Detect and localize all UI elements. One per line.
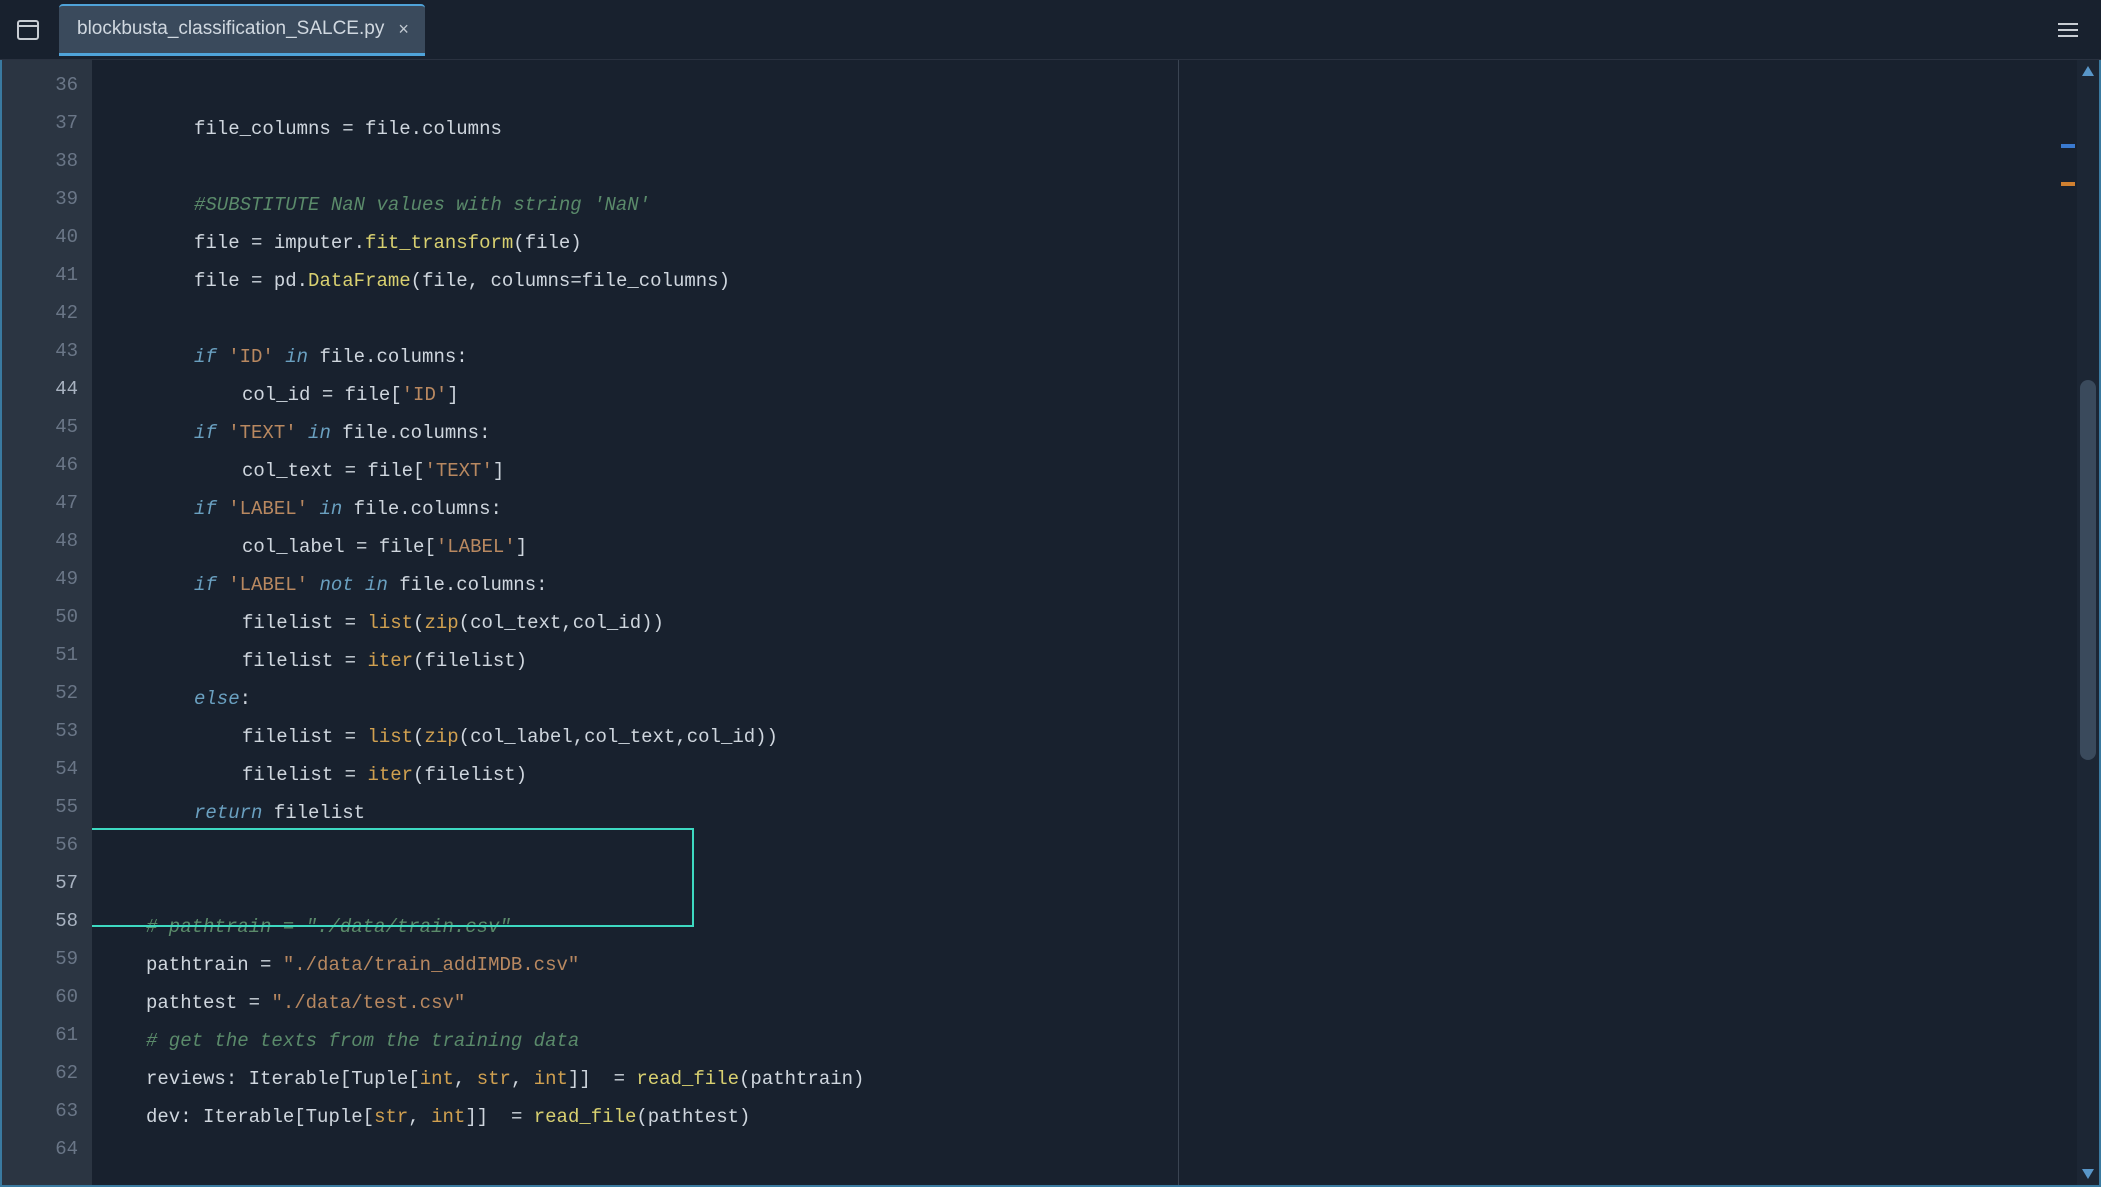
line-number: 37 xyxy=(2,104,92,142)
line-number: 50 xyxy=(2,598,92,636)
code-line[interactable]: dev: Iterable[Tuple[str, int]] = read_fi… xyxy=(92,1098,2051,1136)
code-line[interactable]: # get the texts from the training data xyxy=(92,1022,2051,1060)
line-number: 36 xyxy=(2,66,92,104)
minimap-marker xyxy=(2061,144,2075,148)
code-line[interactable]: col_id = file['ID'] xyxy=(92,376,2051,414)
line-number: 53 xyxy=(2,712,92,750)
line-number: 57 xyxy=(2,864,92,902)
line-number: 38 xyxy=(2,142,92,180)
tab-active[interactable]: blockbusta_classification_SALCE.py × xyxy=(59,4,425,56)
code-line[interactable]: return filelist xyxy=(92,794,2051,832)
line-number: 39 xyxy=(2,180,92,218)
code-line[interactable]: if 'LABEL' in file.columns: xyxy=(92,490,2051,528)
code-line[interactable]: file_columns = file.columns xyxy=(92,110,2051,148)
code-line[interactable]: file = imputer.fit_transform(file) xyxy=(92,224,2051,262)
line-number: 61 xyxy=(2,1016,92,1054)
code-line[interactable]: reviews: Iterable[Tuple[int, str, int]] … xyxy=(92,1060,2051,1098)
line-number: 51 xyxy=(2,636,92,674)
window-icon[interactable] xyxy=(0,0,55,60)
ruler-guide xyxy=(1178,60,1179,1185)
hamburger-menu-icon[interactable] xyxy=(2053,15,2083,45)
code-line[interactable]: if 'TEXT' in file.columns: xyxy=(92,414,2051,452)
editor: 3637383940414243444546474849505152535455… xyxy=(0,60,2101,1187)
code-line[interactable]: if 'LABEL' not in file.columns: xyxy=(92,566,2051,604)
line-number: 44 xyxy=(2,370,92,408)
line-number: 43 xyxy=(2,332,92,370)
vertical-scrollbar[interactable] xyxy=(2077,60,2099,1185)
tab-bar: blockbusta_classification_SALCE.py × xyxy=(0,0,2101,60)
code-line[interactable]: filelist = list(zip(col_label,col_text,c… xyxy=(92,718,2051,756)
code-line[interactable]: #SUBSTITUTE NaN values with string 'NaN' xyxy=(92,186,2051,224)
code-line[interactable] xyxy=(92,300,2051,338)
line-number: 63 xyxy=(2,1092,92,1130)
code-line[interactable]: else: xyxy=(92,680,2051,718)
tab-filename: blockbusta_classification_SALCE.py xyxy=(77,18,384,40)
code-line[interactable] xyxy=(92,870,2051,908)
close-icon[interactable]: × xyxy=(394,19,413,40)
minimap[interactable] xyxy=(2051,60,2077,1185)
line-number: 56 xyxy=(2,826,92,864)
line-number: 58 xyxy=(2,902,92,940)
code-area[interactable]: file_columns = file.columns #SUBSTITUTE N… xyxy=(92,60,2051,1185)
line-number: 54 xyxy=(2,750,92,788)
code-line[interactable]: pathtest = "./data/test.csv" xyxy=(92,984,2051,1022)
line-number: 41 xyxy=(2,256,92,294)
minimap-marker xyxy=(2061,182,2075,186)
line-number: 40 xyxy=(2,218,92,256)
line-number: 60 xyxy=(2,978,92,1016)
line-number: 46 xyxy=(2,446,92,484)
line-number: 62 xyxy=(2,1054,92,1092)
code-line[interactable]: filelist = list(zip(col_text,col_id)) xyxy=(92,604,2051,642)
code-line[interactable] xyxy=(92,148,2051,186)
code-line[interactable]: if 'ID' in file.columns: xyxy=(92,338,2051,376)
scroll-down-icon[interactable] xyxy=(2077,1163,2099,1185)
code-line[interactable]: # pathtrain = "./data/train.csv" xyxy=(92,908,2051,946)
code-line[interactable]: filelist = iter(filelist) xyxy=(92,642,2051,680)
line-number: 64 xyxy=(2,1130,92,1168)
line-number: 42 xyxy=(2,294,92,332)
line-number: 52 xyxy=(2,674,92,712)
line-number-gutter[interactable]: 3637383940414243444546474849505152535455… xyxy=(2,60,92,1185)
line-number: 45 xyxy=(2,408,92,446)
scroll-thumb[interactable] xyxy=(2080,380,2096,760)
code-line[interactable] xyxy=(92,1136,2051,1174)
line-number: 47 xyxy=(2,484,92,522)
code-line[interactable] xyxy=(92,1174,2051,1185)
scroll-up-icon[interactable] xyxy=(2077,60,2099,82)
code-line[interactable]: col_text = file['TEXT'] xyxy=(92,452,2051,490)
code-line[interactable]: file = pd.DataFrame(file, columns=file_c… xyxy=(92,262,2051,300)
code-line[interactable]: filelist = iter(filelist) xyxy=(92,756,2051,794)
line-number: 59 xyxy=(2,940,92,978)
code-line[interactable] xyxy=(92,832,2051,870)
line-number: 48 xyxy=(2,522,92,560)
line-number: 49 xyxy=(2,560,92,598)
line-number: 55 xyxy=(2,788,92,826)
code-line[interactable]: pathtrain = "./data/train_addIMDB.csv" xyxy=(92,946,2051,984)
code-line[interactable]: col_label = file['LABEL'] xyxy=(92,528,2051,566)
